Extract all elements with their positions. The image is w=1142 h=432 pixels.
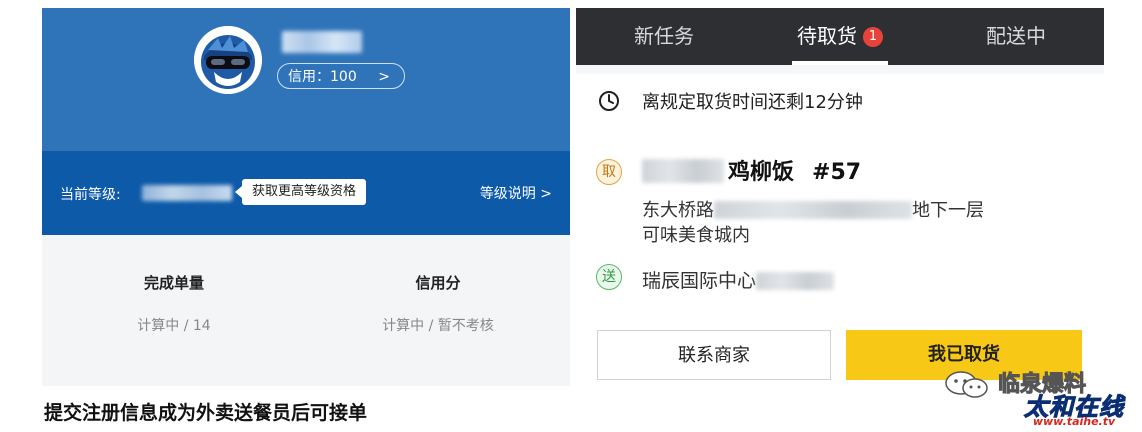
chevron-right-icon: > [378, 69, 390, 85]
clock-icon [599, 91, 619, 111]
pickup-icon: 取 [596, 159, 622, 185]
pickup-address-line2: 可味美食城内 [642, 225, 750, 246]
order-tab-bar: 新任务 待取货 1 配送中 [576, 8, 1104, 65]
destination-redacted [756, 272, 835, 290]
credit-score-button[interactable]: 信用：100 > [277, 63, 405, 89]
credit-score-stat: 信用分 计算中 / 暂不考核 [306, 272, 570, 335]
current-level-label: 当前等级: [60, 187, 121, 203]
stat-value: 计算中 / 暂不考核 [382, 318, 494, 334]
profile-header: 信用：100 > [42, 8, 570, 151]
count-badge: 1 [863, 27, 883, 47]
rider-profile-panel: 信用：100 > 当前等级: 获取更高等级资格 等级说明 > 完成单量 计算中 … [42, 8, 570, 386]
level-bar: 当前等级: 获取更高等级资格 等级说明 > [42, 151, 570, 235]
site-url: www.taihe.tv [1032, 415, 1116, 428]
destination-text: 瑞辰国际中心 [642, 270, 757, 292]
order-number: #57 [812, 160, 862, 185]
delivery-destination: 瑞辰国际中心 [642, 266, 835, 293]
order-title: 鸡柳饭 #57 [642, 154, 861, 186]
rider-avatar-icon [194, 26, 262, 94]
credit-label: 信用：100 [288, 69, 357, 85]
tab-label: 待取货 [797, 24, 857, 48]
tab-awaiting-pickup[interactable]: 待取货 1 [752, 8, 928, 65]
completed-orders-stat: 完成单量 计算中 / 14 [42, 272, 306, 335]
order-card: 离规定取货时间还剩12分钟 取 鸡柳饭 #57 东大桥路 地下一层 可味美食城内 送… [576, 74, 1104, 384]
upgrade-level-tip[interactable]: 获取更高等级资格 [234, 179, 367, 205]
tab-delivering[interactable]: 配送中 [928, 8, 1104, 65]
wechat-icon [945, 371, 988, 398]
pickup-address: 东大桥路 地下一层 [642, 196, 984, 222]
tab-label: 配送中 [986, 24, 1046, 48]
avatar[interactable] [194, 26, 262, 94]
tab-new-tasks[interactable]: 新任务 [576, 8, 752, 65]
level-explanation-link[interactable]: 等级说明 > [480, 183, 552, 203]
stat-title: 完成单量 [143, 274, 204, 292]
username-redacted [282, 31, 362, 53]
caption-text: 提交注册信息成为外卖送餐员后可接单 [44, 402, 368, 424]
contact-merchant-button[interactable]: 联系商家 [597, 330, 831, 380]
stat-value: 计算中 / 14 [137, 318, 211, 334]
level-value-redacted [142, 185, 232, 201]
stat-title: 信用分 [415, 274, 461, 292]
address-redacted [714, 201, 912, 219]
delivery-icon: 送 [596, 264, 622, 290]
site-logo: 太和在线 www.taihe.tv [1016, 387, 1132, 431]
order-panel: 新任务 待取货 1 配送中 离规定取货时间还剩12分钟 取 鸡柳饭 #57 东大桥路… [576, 8, 1104, 384]
dish-name: 鸡柳饭 [728, 160, 795, 185]
active-tab-indicator [792, 61, 888, 65]
address-suffix: 地下一层 [912, 200, 984, 221]
merchant-name-redacted [642, 159, 724, 183]
timer-text: 离规定取货时间还剩12分钟 [642, 92, 863, 113]
tab-label: 新任务 [634, 24, 694, 48]
address-prefix: 东大桥路 [642, 200, 714, 221]
